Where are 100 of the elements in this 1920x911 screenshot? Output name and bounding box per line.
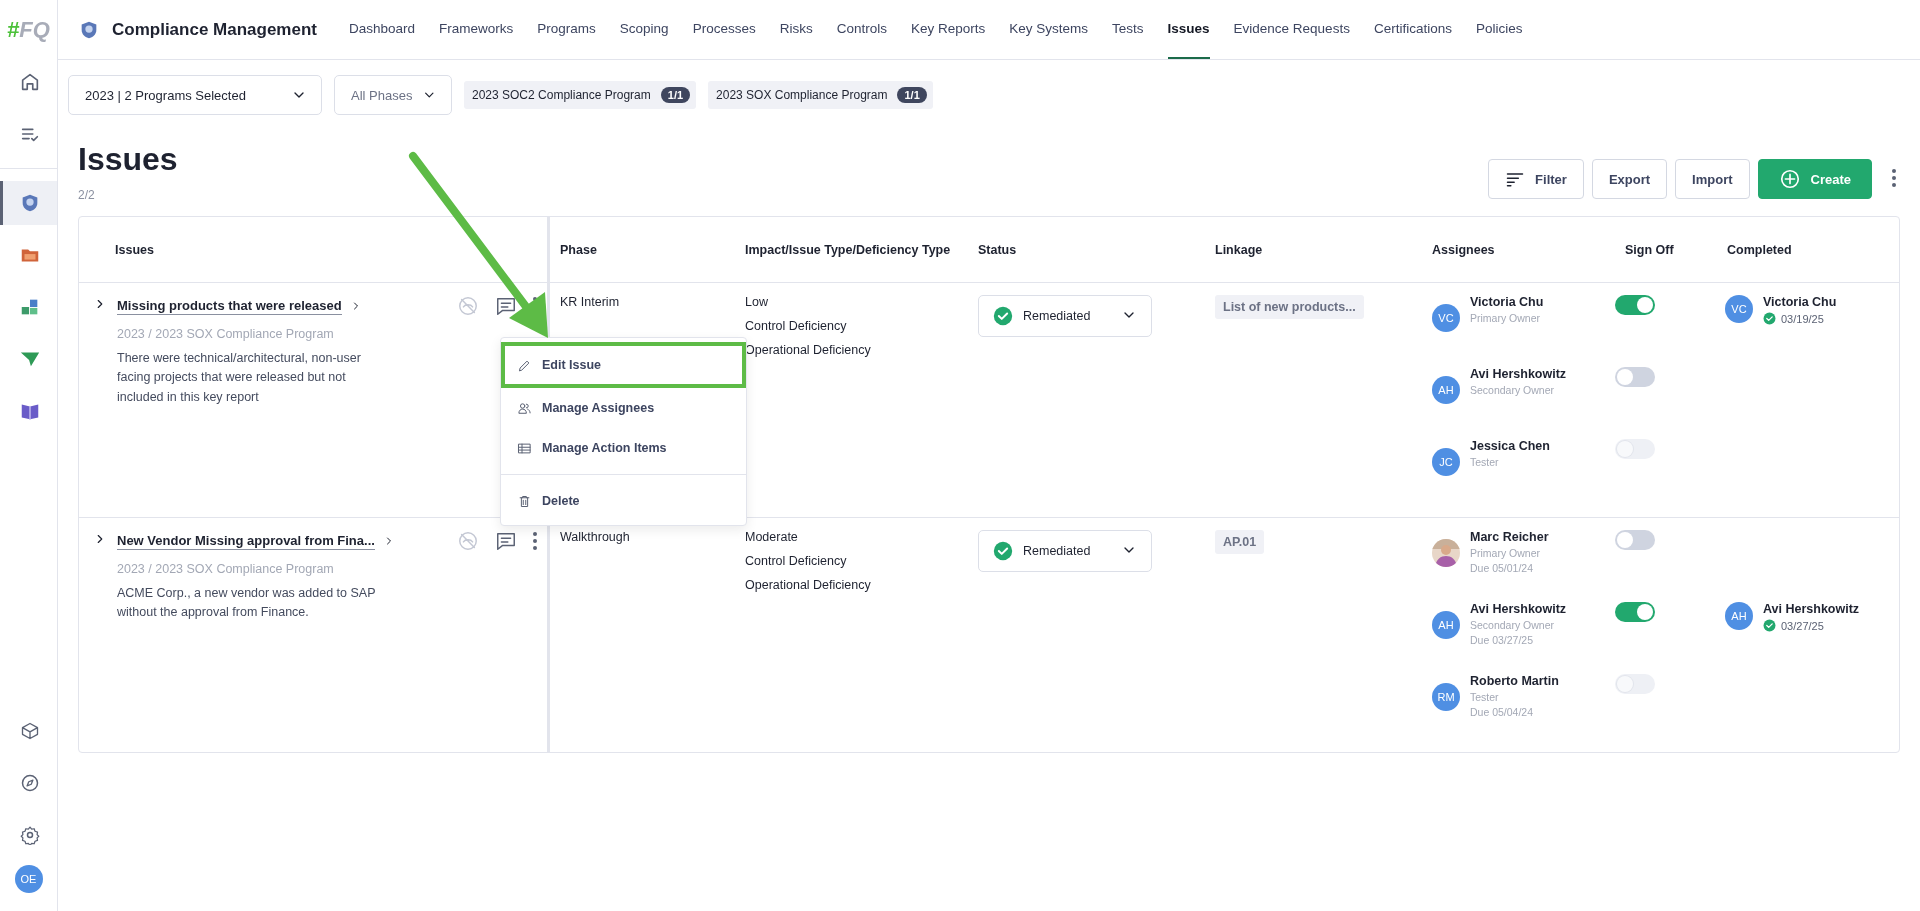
program-path: 2023 / 2023 SOX Compliance Program [117, 562, 335, 576]
assignee-role: Tester [1470, 691, 1500, 703]
assignee-name: Victoria Chu [1470, 295, 1544, 309]
check-icon [1763, 312, 1776, 325]
issue-title-link[interactable]: New Vendor Missing approval from Fina... [117, 532, 375, 550]
menu-item[interactable]: Edit Issue [501, 342, 746, 388]
program-select[interactable]: 2023 | 2 Programs Selected [68, 75, 322, 115]
issue-title-link[interactable]: Missing products that were released [117, 297, 342, 315]
check-icon [1763, 619, 1776, 632]
completer-avatar: AH [1725, 602, 1753, 630]
assignee-name: Jessica Chen [1470, 439, 1550, 453]
linkage-tag[interactable]: AP.01 [1215, 530, 1265, 554]
nav-tab[interactable]: Frameworks [439, 0, 514, 59]
assignee-role: Secondary Owner [1470, 619, 1556, 631]
check-icon [993, 541, 1013, 561]
status-select[interactable]: Remediated [978, 295, 1152, 337]
column-header: Impact/Issue Type/Deficiency Type [744, 241, 952, 259]
impact-text: Operational Deficiency [745, 578, 872, 592]
assignee-role: Primary Owner [1470, 312, 1541, 324]
menu-item[interactable]: Manage Action Items [501, 428, 746, 468]
nav-tab[interactable]: Issues [1167, 0, 1210, 59]
phase-select[interactable]: All Phases [334, 75, 452, 115]
nav-tab[interactable]: Certifications [1373, 0, 1452, 59]
menu-item[interactable]: Delete [501, 481, 746, 521]
comment-icon [495, 295, 517, 317]
issue-description: There were technical/architectural, non-user facing projects that were released but not included in this key report [117, 350, 362, 406]
sign-off-toggle[interactable] [1615, 530, 1655, 550]
assignee-avatar: AH [1432, 376, 1460, 404]
toolbar-button[interactable]: Export [1591, 159, 1668, 199]
due-date: Due 03/27/25 [1470, 634, 1535, 646]
assignee-role: Secondary Owner [1470, 384, 1556, 396]
table-icon [517, 440, 532, 456]
column-header: Sign Off [1624, 241, 1675, 259]
toolbar-button[interactable]: Import [1675, 159, 1750, 199]
program-chip: 2023 SOC2 Compliance Program 1/1 [464, 81, 697, 109]
impact-text: Moderate [745, 530, 799, 544]
program-path: 2023 / 2023 SOX Compliance Program [117, 327, 335, 341]
more-icon [1892, 168, 1896, 187]
nav-tab[interactable]: Programs [537, 0, 596, 59]
count-badge: 1/1 [897, 87, 927, 103]
more-icon [533, 532, 537, 550]
impact-text: Operational Deficiency [745, 343, 872, 357]
sidebar-item[interactable] [0, 181, 57, 225]
hidden-icon [457, 295, 479, 317]
nav-tab[interactable]: Key Reports [910, 0, 986, 59]
nav-tab[interactable]: Tests [1112, 0, 1144, 59]
nav-tab[interactable]: Scoping [619, 0, 669, 59]
program-chip: 2023 SOX Compliance Program 1/1 [708, 81, 933, 109]
assignee-name: Avi Hershkowitz [1470, 602, 1567, 616]
comment-icon [495, 530, 517, 552]
phase-text: KR Interim [560, 295, 621, 309]
check-icon [993, 306, 1013, 326]
assignee-avatar: VC [1432, 304, 1460, 332]
app-title: Compliance Management [112, 19, 317, 40]
menu-item[interactable]: Manage Assignees [501, 388, 746, 428]
impact-text: Control Deficiency [745, 319, 848, 333]
nav-tab[interactable]: Risks [779, 0, 813, 59]
assignee-avatar: AH [1432, 611, 1460, 639]
nav-tab[interactable]: Processes [692, 0, 756, 59]
nav-tab[interactable]: Dashboard [349, 0, 416, 59]
issue-description: ACME Corp., a new vendor was added to SAP without the approval from Finance. [117, 585, 377, 622]
completed-date: 03/19/25 [1781, 312, 1824, 325]
completer-name: Avi Hershkowitz [1763, 602, 1860, 616]
completer-avatar: VC [1725, 295, 1753, 323]
filter-button[interactable]: Filter [1488, 159, 1584, 199]
sign-off-toggle[interactable] [1615, 602, 1655, 622]
settings-icon [20, 825, 40, 845]
impact-text: Control Deficiency [745, 554, 848, 568]
column-header: Issues [79, 217, 550, 282]
cube-icon [20, 721, 40, 741]
impact-text: Low [745, 295, 769, 309]
column-header: Assignees [1431, 241, 1496, 259]
due-date: Due 05/04/24 [1470, 706, 1535, 718]
assignee-name: Roberto Martin [1470, 674, 1559, 688]
nav-tab[interactable]: Evidence Requests [1233, 0, 1350, 59]
phase-text: Walkthrough [560, 530, 631, 544]
result-count: 2/2 [78, 188, 96, 202]
people-icon [517, 400, 532, 416]
compass-icon [20, 773, 40, 793]
hidden-icon [457, 530, 479, 552]
plus-icon [1778, 168, 1801, 190]
nav-tab[interactable]: Key Systems [1009, 0, 1088, 59]
assignee-role: Tester [1470, 456, 1500, 468]
column-header: Status [977, 241, 1018, 259]
home-icon [19, 71, 41, 93]
assignee-role: Primary Owner [1470, 547, 1541, 559]
completed-date: 03/27/25 [1781, 619, 1824, 632]
nav-tab[interactable]: Policies [1475, 0, 1523, 59]
due-date: Due 05/01/24 [1470, 562, 1535, 574]
assignee-name: Avi Hershkowitz [1470, 367, 1567, 381]
nav-tab[interactable]: Controls [836, 0, 887, 59]
linkage-tag[interactable]: List of new products... [1215, 295, 1364, 319]
column-header: Phase [559, 241, 598, 259]
sign-off-toggle[interactable] [1615, 367, 1655, 387]
assignee-name: Marc Reicher [1470, 530, 1549, 544]
status-select[interactable]: Remediated [978, 530, 1152, 572]
sign-off-toggle[interactable] [1615, 295, 1655, 315]
completer-name: Victoria Chu [1763, 295, 1837, 309]
assignee-avatar: RM [1432, 683, 1460, 711]
column-header: Linkage [1214, 241, 1264, 259]
